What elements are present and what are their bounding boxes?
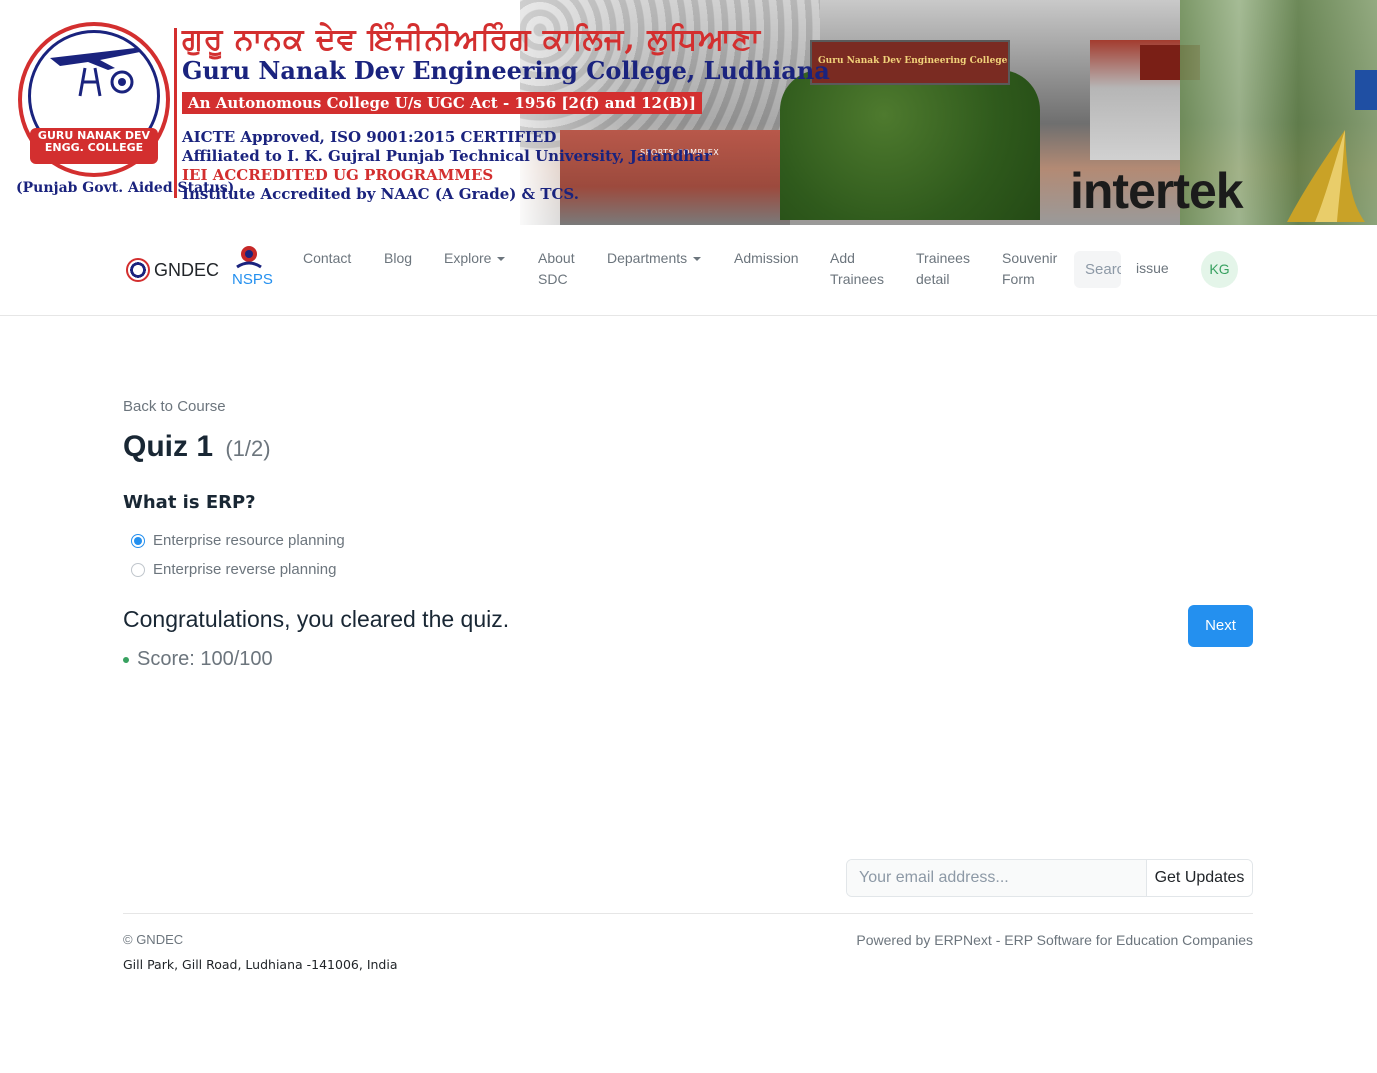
college-seal-ribbon: GURU NANAK DEV ENGG. COLLEGE [30, 128, 158, 164]
nav-about-sdc[interactable]: About SDC [538, 248, 575, 290]
nav-add-trainees[interactable]: Add Trainees [830, 248, 884, 290]
quiz-name: Quiz 1 [123, 430, 214, 463]
chevron-down-icon [497, 257, 506, 262]
nav-about-line2: SDC [538, 271, 568, 287]
nav-trainees-detail-line2: detail [916, 271, 950, 287]
radio-button-selected[interactable] [131, 533, 145, 548]
nav-explore-dropdown[interactable]: Explore [444, 248, 506, 269]
nav-add-trainees-line2: Trainees [830, 271, 884, 287]
college-gate-sign: Guru Nanak Dev Engineering College [818, 56, 1008, 66]
college-address: Gill Park, Gill Road, Ludhiana -141006, … [123, 957, 398, 972]
intertek-sail-icon [1287, 130, 1365, 222]
college-name-punjabi: ਗੁਰੂ ਨਾਨਕ ਦੇਵ ਇੰਜੀਨੀਅਰਿੰਗ ਕਾਲਿਜ, ਲੁਧਿਆਣਾ [182, 22, 761, 57]
nsps-label: NSPS [232, 271, 273, 288]
nav-about-line1: About [538, 250, 575, 266]
search-input[interactable]: Search [1074, 251, 1121, 288]
status-dot-icon [123, 656, 129, 663]
nav-trainees-detail-line1: Trainees [916, 250, 970, 266]
nav-admission[interactable]: Admission [734, 248, 799, 269]
nsps-logo-icon [236, 246, 262, 269]
nav-souvenir-form[interactable]: Souvenir Form [1002, 248, 1057, 290]
brand-name: GNDEC [154, 259, 220, 280]
chevron-down-icon [693, 257, 702, 262]
college-banner: SPORTS COMPLEX Guru Nanak Dev Engineerin… [0, 0, 1377, 225]
get-updates-button[interactable]: Get Updates [1147, 860, 1252, 896]
autonomous-status: An Autonomous College U/s UGC Act - 1956… [182, 92, 702, 114]
nav-blog[interactable]: Blog [384, 248, 412, 269]
quiz-progress: (1/2) [225, 436, 271, 461]
iei-accreditation-line: IEI ACCREDITED UG PROGRAMMES [182, 166, 494, 184]
quiz-option[interactable]: Enterprise reverse planning [131, 561, 336, 578]
nav-departments-label: Departments [607, 250, 688, 266]
college-logo-icon [126, 258, 150, 282]
nav-contact[interactable]: Contact [303, 248, 351, 269]
quiz-score: Score: 100/100 [123, 648, 273, 671]
powered-by-link[interactable]: Powered by ERPNext - ERP Software for Ed… [856, 932, 1253, 948]
email-field[interactable] [847, 860, 1147, 896]
copyright: © GNDEC [123, 932, 184, 947]
quiz-option[interactable]: Enterprise resource planning [131, 532, 345, 549]
affiliation-line: Affiliated to I. K. Gujral Punjab Techni… [182, 147, 712, 165]
quiz-score-text: Score: 100/100 [137, 648, 273, 670]
nav-explore-label: Explore [444, 250, 492, 266]
nav-souvenir-line2: Form [1002, 271, 1035, 287]
college-name-english: Guru Nanak Dev Engineering College, Ludh… [182, 56, 830, 85]
user-avatar[interactable]: KG [1201, 251, 1238, 288]
hedge-photo [780, 70, 1040, 220]
top-navbar: GNDEC NSPS Contact Blog Explore About SD… [0, 225, 1377, 316]
nsps-link[interactable]: NSPS [232, 245, 273, 288]
intertek-logo: intertek [1070, 163, 1244, 219]
quiz-question: What is ERP? [123, 492, 256, 513]
sports-complex-photo [560, 130, 790, 225]
brand-home-link[interactable]: GNDEC [126, 258, 219, 282]
nav-issue[interactable]: issue [1136, 258, 1169, 279]
quiz-title: Quiz 1 (1/2) [123, 430, 271, 464]
quiz-option-label: Enterprise reverse planning [153, 561, 337, 578]
footer-divider [123, 913, 1253, 914]
aicte-iso-line: AICTE Approved, ISO 9001:2015 CERTIFIED [182, 128, 557, 146]
nav-souvenir-line1: Souvenir [1002, 250, 1058, 266]
seal-ribbon-text: GURU NANAK DEV ENGG. COLLEGE [37, 129, 151, 154]
back-to-course-link[interactable]: Back to Course [123, 398, 226, 415]
radio-button[interactable] [131, 562, 145, 577]
nav-add-trainees-line1: Add [830, 250, 855, 266]
next-button[interactable]: Next [1188, 605, 1253, 647]
banner-divider [174, 28, 177, 198]
airplane-tower-icon [50, 48, 140, 97]
quiz-result-message: Congratulations, you cleared the quiz. [123, 606, 510, 632]
subscribe-form: Get Updates [846, 859, 1253, 897]
nav-trainees-detail[interactable]: Trainees detail [916, 248, 970, 290]
quiz-option-label: Enterprise resource planning [153, 532, 345, 549]
blue-sign-photo [1355, 70, 1377, 110]
naac-accreditation-line: Institute Accredited by NAAC (A Grade) &… [182, 185, 579, 203]
nav-departments-dropdown[interactable]: Departments [607, 248, 702, 269]
